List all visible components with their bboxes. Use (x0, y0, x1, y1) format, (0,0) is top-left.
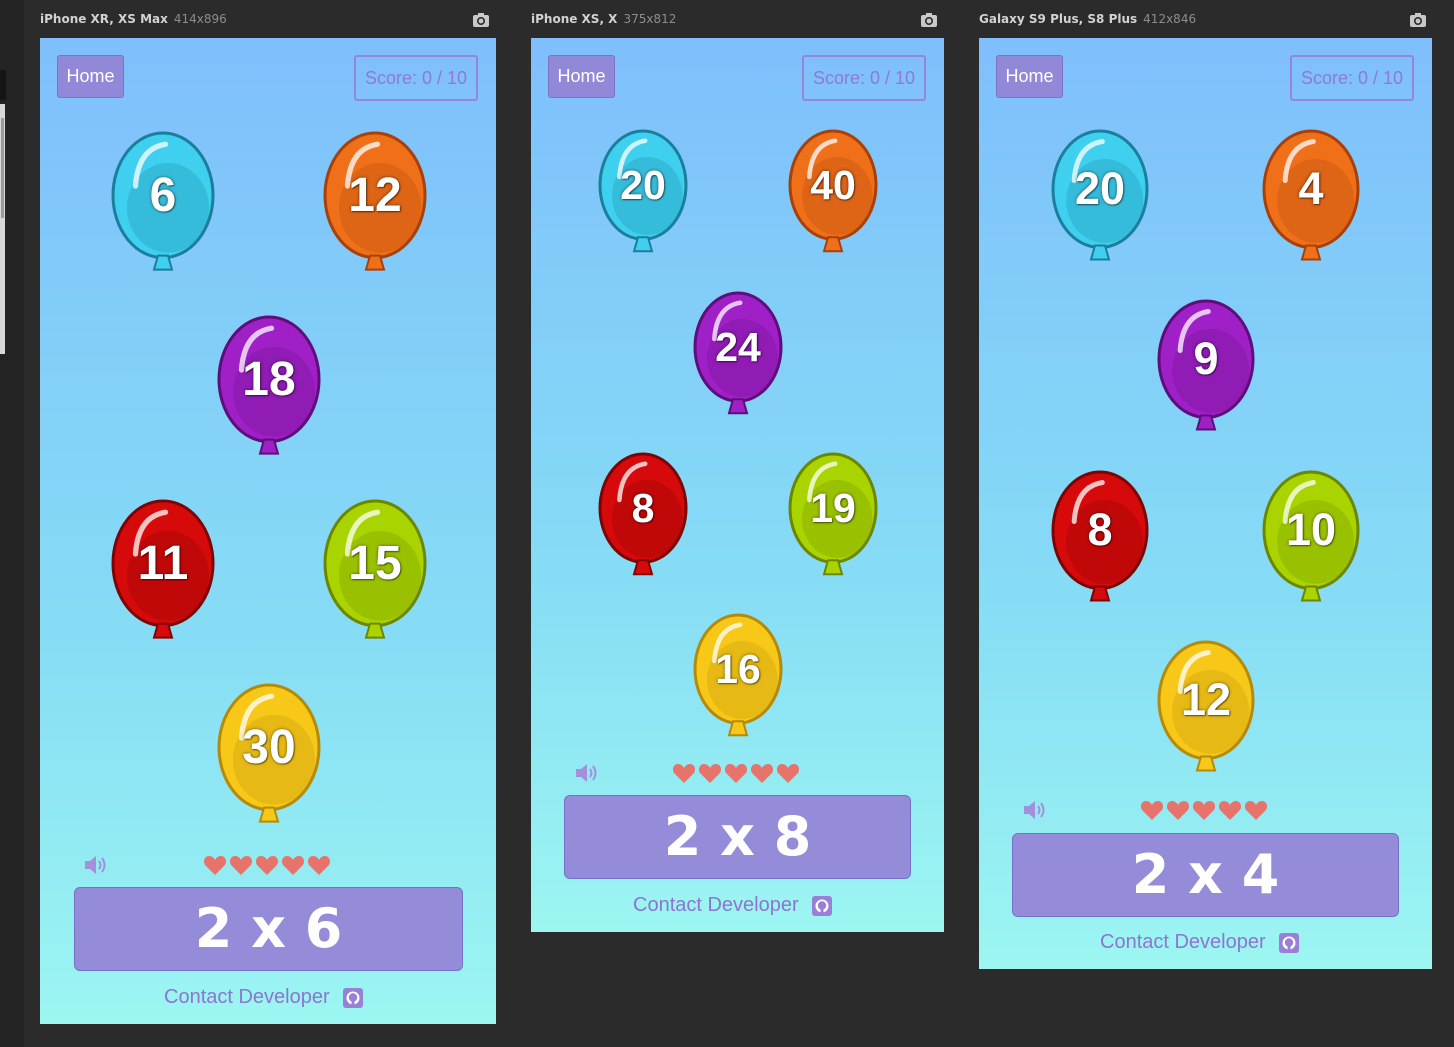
contact-developer-link[interactable]: Contact Developer (633, 892, 833, 918)
balloon-number: 12 (1180, 674, 1232, 726)
speaker-icon[interactable] (1021, 798, 1049, 822)
question-box: 2 x 8 (564, 795, 911, 879)
balloon[interactable]: 10 (1261, 469, 1361, 611)
heart-icon (698, 762, 724, 783)
heart-icon (776, 762, 802, 783)
heart-icon (1192, 799, 1218, 820)
balloon-number: 4 (1298, 163, 1324, 215)
balloon-number: 16 (715, 646, 761, 693)
balloon[interactable]: 20 (1050, 128, 1150, 270)
balloon[interactable]: 40 (787, 128, 879, 260)
lives-hearts (1140, 799, 1270, 823)
balloon[interactable]: 20 (597, 128, 689, 260)
heart-icon (1218, 799, 1244, 820)
balloon-number: 15 (348, 536, 402, 590)
contact-developer-link[interactable]: Contact Developer (1100, 929, 1300, 955)
balloon-number: 19 (810, 485, 856, 532)
heart-icon (750, 762, 776, 783)
lives-hearts (672, 762, 802, 786)
balloon[interactable]: 15 (322, 498, 428, 650)
left-panel-strip (0, 0, 24, 1047)
heart-icon (1244, 799, 1270, 820)
balloon[interactable]: 24 (692, 290, 784, 422)
device-label: Galaxy S9 Plus, S8 Plus 412x846 (979, 12, 1196, 30)
device-label: iPhone XR, XS Max 414x896 (40, 12, 227, 30)
balloon-number: 30 (242, 720, 296, 774)
camera-icon[interactable] (920, 12, 938, 28)
github-icon[interactable] (1278, 932, 1300, 954)
lives-hearts (203, 854, 333, 878)
heart-icon (281, 854, 307, 875)
heart-icon (1140, 799, 1166, 820)
heart-icon (203, 854, 229, 875)
speaker-icon[interactable] (573, 761, 601, 785)
device-label: iPhone XS, X 375x812 (531, 12, 676, 30)
balloon[interactable]: 16 (692, 612, 784, 744)
balloon-number: 9 (1193, 333, 1219, 385)
balloon[interactable]: 12 (322, 130, 428, 282)
contact-label: Contact Developer (633, 894, 799, 916)
camera-icon[interactable] (1409, 12, 1427, 28)
score-display: Score: 0 / 10 (1290, 55, 1414, 101)
github-icon[interactable] (811, 895, 833, 917)
device-name: iPhone XS, X (531, 12, 618, 26)
heart-icon (1166, 799, 1192, 820)
heart-icon (307, 854, 333, 875)
device-screen: Home Score: 0 / 10 6 12 18 11 15 30 2 x (40, 38, 496, 1024)
camera-icon[interactable] (472, 12, 490, 28)
github-icon[interactable] (342, 987, 364, 1009)
balloon-number: 20 (620, 162, 666, 209)
score-display: Score: 0 / 10 (802, 55, 926, 101)
balloon-number: 18 (242, 352, 296, 406)
balloon[interactable]: 11 (110, 498, 216, 650)
speaker-icon[interactable] (82, 853, 110, 877)
balloon-number: 40 (810, 162, 856, 209)
balloon[interactable]: 9 (1156, 298, 1256, 440)
balloon-number: 24 (715, 324, 761, 371)
device-resolution: 412x846 (1143, 12, 1197, 26)
device-name: Galaxy S9 Plus, S8 Plus (979, 12, 1138, 26)
balloon-number: 20 (1074, 163, 1126, 215)
balloon[interactable]: 30 (216, 682, 322, 834)
balloon-number: 8 (1087, 504, 1113, 556)
contact-developer-link[interactable]: Contact Developer (164, 984, 364, 1010)
balloon-number: 8 (631, 485, 655, 532)
balloon[interactable]: 4 (1261, 128, 1361, 270)
device-resolution: 375x812 (623, 12, 677, 26)
heart-icon (229, 854, 255, 875)
device-resolution: 414x896 (173, 12, 227, 26)
heart-icon (672, 762, 698, 783)
balloon-number: 6 (149, 168, 177, 222)
question-box: 2 x 6 (74, 887, 463, 971)
balloon[interactable]: 8 (1050, 469, 1150, 611)
home-button[interactable]: Home (996, 55, 1063, 98)
balloon-number: 11 (137, 536, 189, 590)
heart-icon (724, 762, 750, 783)
contact-label: Contact Developer (1100, 931, 1266, 953)
balloon[interactable]: 19 (787, 451, 879, 583)
device-screen: Home Score: 0 / 10 20 40 24 8 19 16 2 x (531, 38, 944, 932)
scrollbar[interactable] (0, 104, 5, 354)
panel-block (0, 70, 6, 100)
heart-icon (255, 854, 281, 875)
balloon-number: 12 (348, 168, 402, 222)
score-display: Score: 0 / 10 (354, 55, 478, 101)
balloon[interactable]: 6 (110, 130, 216, 282)
home-button[interactable]: Home (548, 55, 615, 98)
balloon[interactable]: 18 (216, 314, 322, 466)
home-button[interactable]: Home (57, 55, 124, 98)
balloon[interactable]: 8 (597, 451, 689, 583)
device-name: iPhone XR, XS Max (40, 12, 168, 26)
balloon[interactable]: 12 (1156, 639, 1256, 781)
balloon-number: 10 (1285, 504, 1337, 556)
question-box: 2 x 4 (1012, 833, 1399, 917)
contact-label: Contact Developer (164, 986, 330, 1008)
device-screen: Home Score: 0 / 10 20 4 9 8 10 12 2 x 4 (979, 38, 1432, 969)
